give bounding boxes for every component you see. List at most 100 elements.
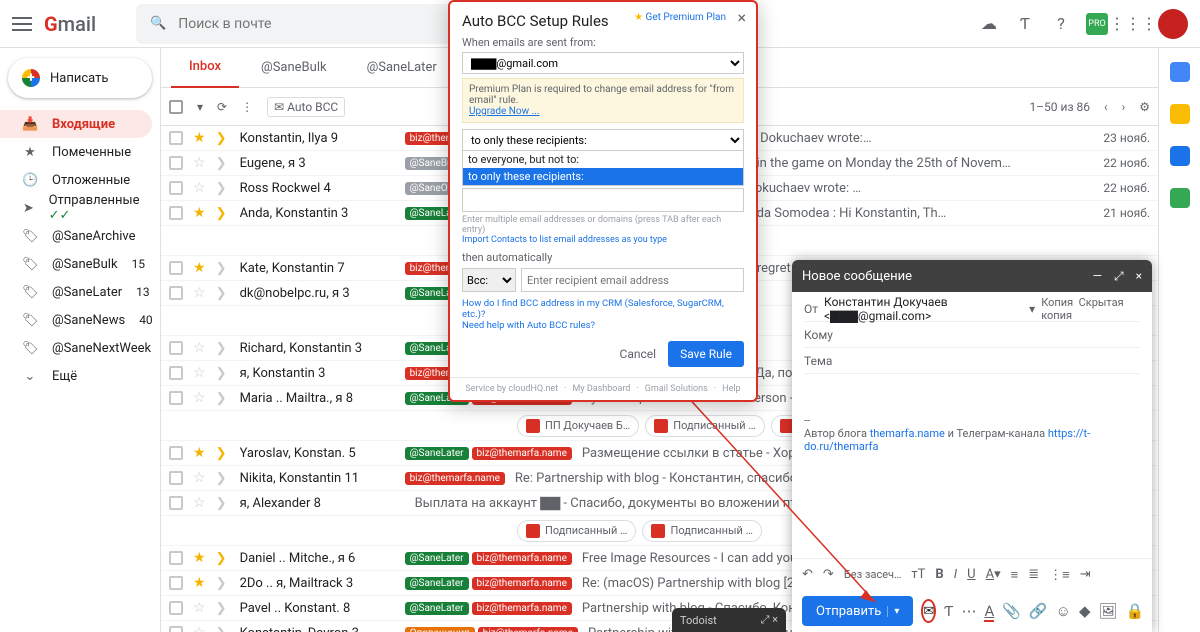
nav-Входящие[interactable]: 📥Входящие: [0, 110, 152, 138]
row-checkbox[interactable]: [169, 366, 183, 380]
importance-icon[interactable]: ❯: [216, 206, 230, 221]
star-icon[interactable]: ★: [193, 445, 206, 461]
nav-Помеченные[interactable]: ★Помеченные: [0, 138, 152, 166]
row-checkbox[interactable]: [169, 576, 183, 590]
tab-@SaneLater[interactable]: @SaneLater: [349, 48, 455, 88]
nav-@SaneNews[interactable]: 🏷@SaneNews40: [0, 306, 152, 334]
importance-icon[interactable]: ❯: [216, 181, 230, 196]
row-checkbox[interactable]: [169, 601, 183, 615]
importance-icon[interactable]: ❯: [216, 261, 230, 276]
option-everyone-but-not[interactable]: to everyone, but not to:: [463, 151, 743, 168]
star-icon[interactable]: ★: [193, 130, 206, 146]
font-color-icon[interactable]: A: [984, 602, 994, 620]
rules-help-link[interactable]: Need help with Auto BCC rules?: [462, 320, 744, 331]
star-icon[interactable]: ★: [193, 260, 206, 276]
importance-icon[interactable]: ❯: [216, 131, 230, 146]
tasks-icon[interactable]: [1170, 146, 1190, 166]
star-icon[interactable]: ☆: [193, 285, 206, 301]
italic-icon[interactable]: I: [954, 567, 957, 582]
row-checkbox[interactable]: [169, 496, 183, 510]
dashboard-link[interactable]: My Dashboard: [573, 384, 631, 394]
star-icon[interactable]: ☆: [193, 365, 206, 381]
star-icon[interactable]: ☆: [193, 470, 206, 486]
option-only-these[interactable]: to only these recipients:: [463, 168, 743, 185]
calendar-icon[interactable]: [1170, 62, 1190, 82]
apps-icon[interactable]: PRO: [1086, 13, 1108, 35]
settings-gear-icon[interactable]: ⚙: [1139, 100, 1150, 114]
crm-help-link[interactable]: How do I find BCC address in my CRM (Sal…: [462, 298, 744, 320]
undo-icon[interactable]: ↶: [802, 567, 813, 582]
attachment-chip[interactable]: ПП Докучаев Б…: [517, 415, 639, 437]
row-checkbox[interactable]: [169, 206, 183, 220]
link-icon[interactable]: 🔗: [1029, 602, 1048, 620]
cancel-button[interactable]: Cancel: [620, 347, 657, 361]
addons-icon[interactable]: [1170, 188, 1190, 208]
star-icon[interactable]: ☆: [193, 180, 206, 196]
label-tag[interactable]: biz@themarfa.name: [472, 447, 572, 460]
ellipsis-icon[interactable]: ⋯: [961, 602, 976, 620]
bold-icon[interactable]: B: [935, 567, 943, 582]
row-checkbox[interactable]: [169, 131, 183, 145]
redo-icon[interactable]: ↷: [823, 567, 834, 582]
get-premium-link[interactable]: Get Premium Plan: [634, 12, 726, 23]
account-avatar[interactable]: [1158, 9, 1188, 39]
font-size-icon[interactable]: тТ: [911, 567, 925, 582]
from-email-select[interactable]: ▇▇▇@gmail.com: [462, 52, 744, 74]
row-checkbox[interactable]: [169, 261, 183, 275]
bullet-list-icon[interactable]: ⋮≡: [1049, 567, 1070, 583]
nav-Отправленные[interactable]: ➤Отправленные ✓✓: [0, 194, 152, 222]
compose-button[interactable]: Написать: [8, 58, 152, 98]
auto-bcc-button[interactable]: ✉ Auto BCC: [267, 97, 345, 117]
help-icon[interactable]: ?: [1050, 13, 1072, 35]
label-tag[interactable]: biz@themarfa.name: [405, 472, 505, 485]
nav-Ещё[interactable]: ⌄Ещё: [0, 362, 152, 390]
star-icon[interactable]: ☆: [193, 495, 206, 511]
underline-icon[interactable]: U: [967, 567, 975, 582]
star-icon[interactable]: ☆: [193, 155, 206, 171]
label-tag[interactable]: Оповещения: [405, 627, 475, 632]
refresh-icon[interactable]: ⟳: [217, 100, 227, 114]
compose-body[interactable]: -- Автор блога themarfa.name и Телеграм-…: [792, 378, 1152, 558]
upgrade-link[interactable]: Upgrade Now ...: [469, 106, 540, 117]
nav-@SaneNextWeek[interactable]: 🏷@SaneNextWeek: [0, 334, 152, 362]
help-link[interactable]: Help: [722, 384, 740, 394]
align-icon[interactable]: ≡: [1011, 567, 1019, 583]
label-tag[interactable]: @SaneLater: [405, 552, 469, 565]
importance-icon[interactable]: ❯: [216, 341, 230, 356]
importance-icon[interactable]: ❯: [216, 626, 230, 632]
select-all-checkbox[interactable]: [169, 100, 183, 114]
star-icon[interactable]: ☆: [193, 625, 206, 632]
label-tag[interactable]: @SaneLater: [405, 602, 469, 615]
todoist-expand-icon[interactable]: ⤢ ×: [761, 613, 778, 627]
lock-icon[interactable]: 🔒: [1126, 602, 1145, 620]
importance-icon[interactable]: ❯: [216, 286, 230, 301]
label-tag[interactable]: biz@themarfa.name: [478, 627, 578, 632]
apps-grid-icon[interactable]: ⋮⋮⋮: [1122, 13, 1144, 35]
bcc-email-input[interactable]: [521, 268, 744, 292]
attachment-chip[interactable]: Подписанный …: [517, 520, 636, 542]
row-checkbox[interactable]: [169, 471, 183, 485]
to-field[interactable]: Кому: [804, 322, 1140, 348]
image-icon[interactable]: 🖼: [1098, 602, 1117, 620]
star-icon[interactable]: ★: [193, 205, 206, 221]
compose-header[interactable]: Новое сообщение — ⤢ ×: [792, 260, 1152, 292]
send-options-icon[interactable]: ▾: [887, 606, 899, 617]
formatting-icon[interactable]: Ƭ: [944, 602, 953, 620]
emoji-icon[interactable]: ☺: [1056, 602, 1071, 620]
recipients-mode-select[interactable]: to only these recipients:: [462, 129, 744, 151]
importance-icon[interactable]: ❯: [216, 496, 230, 511]
importance-icon[interactable]: ❯: [216, 156, 230, 171]
indent-icon[interactable]: ⇥: [1080, 567, 1091, 582]
star-icon[interactable]: ☆: [193, 340, 206, 356]
importance-icon[interactable]: ❯: [216, 446, 230, 461]
importance-icon[interactable]: ❯: [216, 576, 230, 591]
nav-Отложенные[interactable]: 🕒Отложенные: [0, 166, 152, 194]
importance-icon[interactable]: ❯: [216, 551, 230, 566]
row-checkbox[interactable]: [169, 341, 183, 355]
prev-page-icon[interactable]: ‹: [1104, 100, 1108, 114]
star-icon[interactable]: ★: [193, 550, 206, 566]
font-select[interactable]: Без засеч…: [844, 568, 902, 581]
label-tag[interactable]: biz@themarfa.name: [472, 602, 572, 615]
label-tag[interactable]: biz@themarfa.name: [472, 552, 572, 565]
solutions-link[interactable]: Gmail Solutions: [645, 384, 708, 394]
